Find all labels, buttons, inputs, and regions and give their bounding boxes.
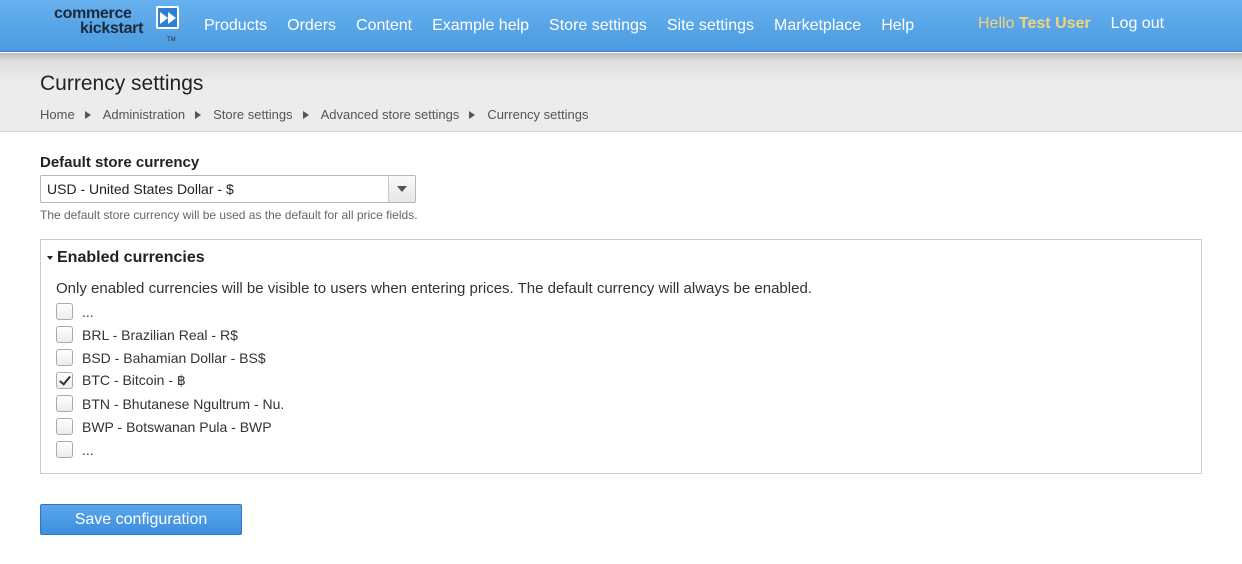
enabled-currencies-title: Enabled currencies — [57, 249, 205, 266]
nav-item-products[interactable]: Products — [194, 0, 277, 52]
enabled-currencies-description: Only enabled currencies will be visible … — [56, 280, 812, 297]
nav-item-store-settings[interactable]: Store settings — [539, 0, 657, 52]
checkbox[interactable] — [56, 441, 73, 458]
default-currency-value: USD - United States Dollar - $ — [47, 181, 234, 197]
checkbox-brl[interactable] — [56, 326, 73, 343]
currency-option[interactable]: ... — [56, 438, 284, 461]
logo-text: commerce kickstart — [54, 5, 144, 37]
logout-link[interactable]: Log out — [1101, 15, 1174, 33]
commerce-kickstart-logo[interactable]: commerce kickstart TM — [54, 6, 184, 46]
user-name-link[interactable]: Test User — [1019, 15, 1091, 32]
breadcrumb-administration[interactable]: Administration — [103, 107, 185, 122]
currency-option-btc[interactable]: BTC - Bitcoin - ฿ — [56, 369, 284, 392]
breadcrumb-separator-icon — [469, 110, 476, 119]
currency-option-label: BRL - Brazilian Real - R$ — [82, 326, 238, 343]
currency-option[interactable]: ... — [56, 300, 284, 323]
currency-option-bwp[interactable]: BWP - Botswanan Pula - BWP — [56, 415, 284, 438]
breadcrumb-advanced-store-settings[interactable]: Advanced store settings — [321, 107, 460, 122]
checkbox-bsd[interactable] — [56, 349, 73, 366]
nav-item-example-help[interactable]: Example help — [422, 0, 539, 52]
user-menu: Hello Test User Log out — [968, 0, 1174, 48]
logo-line-1: commerce — [54, 5, 132, 22]
currency-options: ... BRL - Brazilian Real - R$ BSD - Baha… — [56, 300, 284, 461]
default-currency-label: Default store currency — [40, 154, 200, 171]
nav-item-help[interactable]: Help — [871, 0, 924, 52]
checkbox-bwp[interactable] — [56, 418, 73, 435]
top-navigation-bar: commerce kickstart TM Products Orders Co… — [0, 0, 1242, 52]
page-title: Currency settings — [40, 72, 204, 95]
default-currency-select[interactable]: USD - United States Dollar - $ — [40, 175, 416, 203]
dropdown-button[interactable] — [388, 176, 415, 202]
breadcrumb-separator-icon — [84, 110, 91, 119]
enabled-currencies-legend[interactable]: Enabled currencies — [47, 249, 205, 267]
main-menu: Products Orders Content Example help Sto… — [194, 0, 924, 52]
currency-option-label: ... — [82, 441, 94, 458]
currency-option-label: ... — [82, 303, 94, 320]
breadcrumb-currency-settings[interactable]: Currency settings — [487, 107, 588, 122]
page-header: Currency settings Home Administration St… — [0, 53, 1242, 132]
breadcrumb-store-settings[interactable]: Store settings — [213, 107, 293, 122]
breadcrumb-home[interactable]: Home — [40, 107, 75, 122]
chevron-down-icon — [397, 186, 407, 192]
nav-item-orders[interactable]: Orders — [277, 0, 346, 52]
breadcrumb-separator-icon — [195, 110, 202, 119]
default-currency-help: The default store currency will be used … — [40, 208, 418, 222]
checkbox[interactable] — [56, 303, 73, 320]
breadcrumb-separator-icon — [302, 110, 309, 119]
nav-item-marketplace[interactable]: Marketplace — [764, 0, 871, 52]
logo-line-2: kickstart — [80, 20, 144, 37]
currency-option-bsd[interactable]: BSD - Bahamian Dollar - BS$ — [56, 346, 284, 369]
checkbox-btc-checked[interactable] — [56, 372, 73, 389]
currency-option-btn[interactable]: BTN - Bhutanese Ngultrum - Nu. — [56, 392, 284, 415]
currency-option-label: BWP - Botswanan Pula - BWP — [82, 418, 272, 435]
checkbox-btn[interactable] — [56, 395, 73, 412]
currency-option-label: BTC - Bitcoin - ฿ — [82, 372, 186, 388]
currency-option-brl[interactable]: BRL - Brazilian Real - R$ — [56, 323, 284, 346]
collapse-triangle-icon — [47, 256, 53, 260]
fast-forward-icon — [156, 6, 179, 29]
save-configuration-button[interactable]: Save configuration — [40, 504, 242, 535]
greeting-word: Hello — [978, 15, 1015, 32]
user-greeting: Hello Test User — [968, 15, 1101, 33]
nav-item-site-settings[interactable]: Site settings — [657, 0, 764, 52]
logo-trademark: TM — [167, 37, 176, 43]
currency-option-label: BTN - Bhutanese Ngultrum - Nu. — [82, 395, 285, 412]
nav-item-content[interactable]: Content — [346, 0, 422, 52]
enabled-currencies-fieldset: Enabled currencies Only enabled currenci… — [40, 239, 1202, 474]
breadcrumb: Home Administration Store settings Advan… — [40, 107, 588, 122]
currency-option-label: BSD - Bahamian Dollar - BS$ — [82, 349, 266, 366]
